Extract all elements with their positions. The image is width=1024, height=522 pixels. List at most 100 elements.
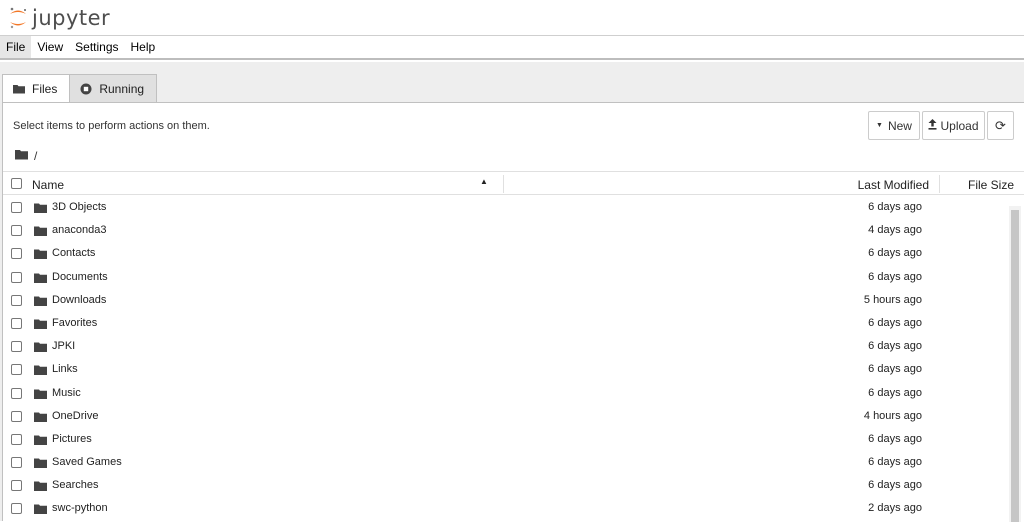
row-checkbox[interactable] bbox=[11, 271, 22, 283]
file-row[interactable]: Saved Games 6 days ago bbox=[3, 451, 1024, 474]
file-row[interactable]: Documents 6 days ago bbox=[3, 266, 1024, 289]
row-checkbox[interactable] bbox=[11, 410, 22, 422]
folder-icon bbox=[34, 249, 47, 262]
menu-settings[interactable]: Settings bbox=[69, 36, 124, 58]
jupyter-logo[interactable]: jupyter bbox=[8, 4, 110, 32]
row-checkbox[interactable] bbox=[11, 317, 22, 329]
file-last-modified: 6 days ago bbox=[868, 432, 922, 445]
row-checkbox[interactable] bbox=[11, 480, 22, 492]
home-folder-icon[interactable] bbox=[15, 149, 28, 163]
new-button-label: New bbox=[887, 118, 912, 133]
folder-icon bbox=[34, 203, 47, 216]
folder-icon bbox=[34, 458, 47, 471]
file-browser-panel: Select items to perform actions on them.… bbox=[2, 102, 1024, 522]
file-list-header: Name ▲ Last Modified File Size bbox=[3, 171, 1024, 195]
file-row[interactable]: Favorites 6 days ago bbox=[3, 312, 1024, 335]
workspace: Files Running Select items to perform ac… bbox=[0, 62, 1024, 522]
file-name[interactable]: 3D Objects bbox=[52, 201, 106, 213]
folder-icon bbox=[34, 296, 47, 309]
file-name[interactable]: anaconda3 bbox=[52, 224, 106, 236]
folder-icon bbox=[34, 412, 47, 425]
file-row[interactable]: Music 6 days ago bbox=[3, 382, 1024, 405]
file-name[interactable]: Searches bbox=[52, 479, 98, 491]
file-row[interactable]: Downloads 5 hours ago bbox=[3, 289, 1024, 312]
file-last-modified: 2 days ago bbox=[868, 502, 922, 515]
folder-icon bbox=[34, 504, 47, 517]
file-name[interactable]: OneDrive bbox=[52, 410, 98, 422]
scrollbar[interactable] bbox=[1009, 206, 1021, 522]
column-name[interactable]: Name bbox=[32, 178, 64, 192]
file-name[interactable]: Saved Games bbox=[52, 456, 122, 468]
menu-bar: File View Settings Help bbox=[0, 36, 1024, 60]
tab-running-label: Running bbox=[99, 81, 145, 96]
file-last-modified: 6 days ago bbox=[868, 247, 922, 260]
upload-button[interactable]: Upload bbox=[922, 111, 985, 140]
row-checkbox[interactable] bbox=[11, 248, 22, 260]
caret-down-icon: ▼ bbox=[876, 122, 883, 129]
file-row[interactable]: OneDrive 4 hours ago bbox=[3, 405, 1024, 428]
row-checkbox[interactable] bbox=[11, 433, 22, 445]
row-checkbox[interactable] bbox=[11, 457, 22, 469]
menu-view[interactable]: View bbox=[31, 36, 69, 58]
row-checkbox[interactable] bbox=[11, 341, 22, 353]
breadcrumb-root[interactable]: / bbox=[34, 149, 37, 163]
file-row[interactable]: Contacts 6 days ago bbox=[3, 242, 1024, 265]
file-name[interactable]: Documents bbox=[52, 271, 108, 283]
file-name[interactable]: Links bbox=[52, 363, 78, 375]
file-name[interactable]: swc-python bbox=[52, 502, 108, 514]
tab-files[interactable]: Files bbox=[2, 74, 71, 103]
refresh-button[interactable]: ⟳ bbox=[987, 111, 1014, 140]
jupyter-logo-icon bbox=[8, 6, 28, 30]
tab-running[interactable]: Running bbox=[69, 74, 158, 102]
row-checkbox[interactable] bbox=[11, 503, 22, 515]
upload-icon bbox=[928, 118, 937, 133]
column-last-modified[interactable]: Last Modified bbox=[858, 178, 929, 192]
folder-icon bbox=[34, 226, 47, 239]
selection-hint: Select items to perform actions on them. bbox=[13, 120, 210, 132]
tab-files-label: Files bbox=[32, 82, 58, 96]
menu-file[interactable]: File bbox=[0, 36, 32, 58]
folder-icon bbox=[34, 435, 47, 448]
file-row[interactable]: JPKI 6 days ago bbox=[3, 335, 1024, 358]
folder-icon bbox=[34, 389, 47, 402]
new-button[interactable]: ▼ New bbox=[868, 111, 920, 140]
file-row[interactable]: 3D Objects 6 days ago bbox=[3, 196, 1024, 219]
file-last-modified: 6 days ago bbox=[868, 363, 922, 376]
stop-circle-icon bbox=[80, 83, 92, 95]
row-checkbox[interactable] bbox=[11, 294, 22, 306]
select-all-checkbox[interactable] bbox=[11, 178, 22, 189]
folder-icon bbox=[34, 342, 47, 355]
folder-icon bbox=[13, 83, 25, 95]
row-checkbox[interactable] bbox=[11, 387, 22, 399]
file-name[interactable]: Contacts bbox=[52, 247, 95, 259]
upload-button-label: Upload bbox=[940, 118, 979, 133]
folder-icon bbox=[34, 319, 47, 332]
file-last-modified: 6 days ago bbox=[868, 386, 922, 399]
row-checkbox[interactable] bbox=[11, 202, 22, 213]
sort-up-icon[interactable]: ▲ bbox=[480, 177, 488, 186]
column-file-size[interactable]: File Size bbox=[968, 178, 1014, 192]
file-name[interactable]: Downloads bbox=[52, 294, 106, 306]
file-row[interactable]: Searches 6 days ago bbox=[3, 474, 1024, 497]
logo-text: jupyter bbox=[32, 6, 111, 30]
file-list: 3D Objects 6 days ago anaconda3 4 days ago C… bbox=[3, 196, 1024, 521]
file-row[interactable]: swc-python 2 days ago bbox=[3, 497, 1024, 520]
top-header: jupyter bbox=[0, 0, 1024, 36]
file-last-modified: 6 days ago bbox=[868, 270, 922, 283]
tab-bar: Files Running bbox=[2, 74, 158, 103]
scrollbar-thumb[interactable] bbox=[1011, 210, 1019, 522]
file-name[interactable]: Music bbox=[52, 387, 81, 399]
menu-help[interactable]: Help bbox=[125, 36, 162, 58]
file-row[interactable]: anaconda3 4 days ago bbox=[3, 219, 1024, 242]
row-checkbox[interactable] bbox=[11, 364, 22, 376]
file-last-modified: 6 days ago bbox=[868, 201, 922, 213]
file-row[interactable]: Pictures 6 days ago bbox=[3, 428, 1024, 451]
file-last-modified: 6 days ago bbox=[868, 316, 922, 329]
file-name[interactable]: Pictures bbox=[52, 433, 92, 445]
file-name[interactable]: JPKI bbox=[52, 340, 75, 352]
folder-icon bbox=[34, 481, 47, 494]
file-name[interactable]: Favorites bbox=[52, 317, 97, 329]
folder-icon bbox=[34, 273, 47, 286]
row-checkbox[interactable] bbox=[11, 225, 22, 237]
file-row[interactable]: Links 6 days ago bbox=[3, 358, 1024, 381]
